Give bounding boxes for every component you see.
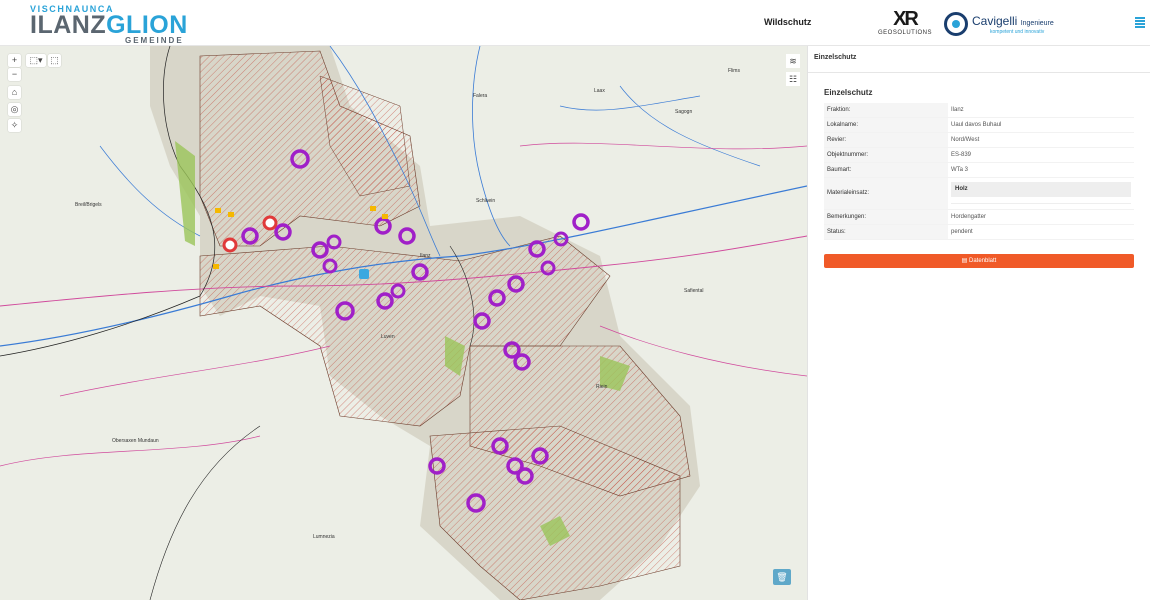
attribute-row: Status: pendent <box>824 225 1134 240</box>
attribute-key: Status: <box>824 225 948 239</box>
app-header: VISCHNAUNCA ILANZGLION GEMEINDE Wildschu… <box>0 0 1150 46</box>
attribute-value: Holz <box>948 178 1134 209</box>
geosolutions-logo: XR GEOSOLUTIONS <box>878 8 932 40</box>
place-label: Luven <box>381 334 395 340</box>
cavigelli-logo-name: Cavigelli Ingenieure <box>972 14 1054 28</box>
marker-red <box>262 215 278 231</box>
attribute-key: Fraktion: <box>824 103 948 117</box>
logo-main-b: GLION <box>106 11 188 39</box>
place-label: Riein <box>596 384 608 390</box>
marker-yellow <box>228 212 234 217</box>
gemeinde-logo[interactable]: VISCHNAUNCA ILANZGLION GEMEINDE <box>30 4 200 45</box>
attribute-row: Objektnummer: ES-839 <box>824 148 1134 163</box>
marker-yellow <box>382 214 388 219</box>
geo-logo-mark: XR <box>893 8 919 30</box>
locate-icon[interactable]: ◎ <box>8 103 21 116</box>
attribute-key: Revier: <box>824 133 948 147</box>
home-icon[interactable]: ⌂ <box>8 86 21 99</box>
layers-icon[interactable]: ≋ <box>786 54 800 68</box>
attribute-value: WTa 3 <box>951 167 969 173</box>
trash-icon[interactable]: 🗑 <box>773 569 791 585</box>
attribute-row: Revier: Nord/West <box>824 133 1134 148</box>
map-view[interactable]: Flims Laax Sagogn Falera Breil/Brigels S… <box>0 46 807 600</box>
panel-header: Einzelschutz <box>808 46 1150 73</box>
material-value: Holz <box>951 182 1131 197</box>
attribute-table: Fraktion: Ilanz Lokalname: Uaul davos Buha… <box>824 103 1134 240</box>
attribute-key: Objektnummer: <box>824 148 948 162</box>
section-title: Einzelschutz <box>824 88 873 97</box>
place-label: Obersaxen Mundaun <box>112 438 159 444</box>
place-label: Breil/Brigels <box>75 202 102 208</box>
logo-main-a: ILANZ <box>30 11 107 39</box>
zoom-out-button[interactable]: − <box>8 68 21 81</box>
marker-yellow <box>215 208 221 213</box>
attribute-row: Baumart: WTa 3 <box>824 163 1134 178</box>
draw-select-icon[interactable]: ⬚▾ <box>26 54 46 67</box>
attribute-row: Materialeinsatz: Holz <box>824 178 1134 210</box>
place-label: Sagogn <box>675 109 693 115</box>
menu-icon[interactable] <box>1135 17 1145 29</box>
zoom-in-button[interactable]: + <box>8 54 21 67</box>
attribute-value: Nord/West <box>951 137 980 143</box>
attribute-row: Fraktion: Ilanz <box>824 103 1134 118</box>
attribute-value: Uaul davos Buhaul <box>951 122 1002 128</box>
attribute-row: Lokalname: Uaul davos Buhaul <box>824 118 1134 133</box>
attribute-key: Materialeinsatz: <box>824 178 948 209</box>
geo-logo-text: GEOSOLUTIONS <box>878 30 933 36</box>
place-label: Falera <box>473 93 488 99</box>
marker-selected <box>359 269 369 279</box>
attribute-value: Ilanz <box>951 107 964 113</box>
attribute-key: Bemerkungen: <box>824 210 948 224</box>
attribute-value: Hordengatter <box>951 214 987 220</box>
material-divider <box>951 198 1131 204</box>
cavigelli-logo: Cavigelli Ingenieure kompetent und innov… <box>944 12 1064 38</box>
logo-bottom-text: GEMEINDE <box>125 36 184 45</box>
place-label: Schluein <box>476 198 496 204</box>
marker-yellow <box>370 206 376 211</box>
place-label: Safiental <box>684 288 704 294</box>
datenblatt-label: Datenblatt <box>968 258 997 264</box>
attribute-key: Baumart: <box>824 163 948 177</box>
datenblatt-button[interactable]: ▤ Datenblatt <box>824 254 1134 268</box>
place-label: Lumnezia <box>313 534 335 540</box>
place-label: Flims <box>728 68 740 74</box>
attribute-key: Lokalname: <box>824 118 948 132</box>
nav-title-wildschutz[interactable]: Wildschutz <box>764 17 811 27</box>
query-icon[interactable]: ⬚ <box>48 54 61 67</box>
map-canvas[interactable] <box>0 46 807 600</box>
marker-yellow <box>213 264 219 269</box>
legend-icon[interactable]: ☷ <box>786 72 800 86</box>
attribute-row: Bemerkungen: Hordengatter <box>824 210 1134 225</box>
place-label: Laax <box>594 88 605 94</box>
attribute-value: ES-839 <box>951 152 972 158</box>
marker-red <box>222 237 238 253</box>
attribute-value: pendent <box>951 229 973 235</box>
logo-main-text: ILANZGLION <box>30 11 200 39</box>
cav-name-main: Cavigelli <box>972 14 1018 28</box>
cavigelli-logo-sub: kompetent und innovativ <box>990 29 1045 35</box>
place-label: Ilanz <box>420 253 431 259</box>
document-icon: ▤ <box>961 258 968 264</box>
detail-panel: Einzelschutz Einzelschutz Fraktion: Ilanz… <box>807 46 1150 600</box>
cav-name-small: Ingenieure <box>1020 20 1054 27</box>
compass-icon[interactable]: ✧ <box>8 119 21 132</box>
panel-body: Einzelschutz Fraktion: Ilanz Lokalname: Ua… <box>808 73 1150 283</box>
cavigelli-logo-icon <box>944 12 968 36</box>
